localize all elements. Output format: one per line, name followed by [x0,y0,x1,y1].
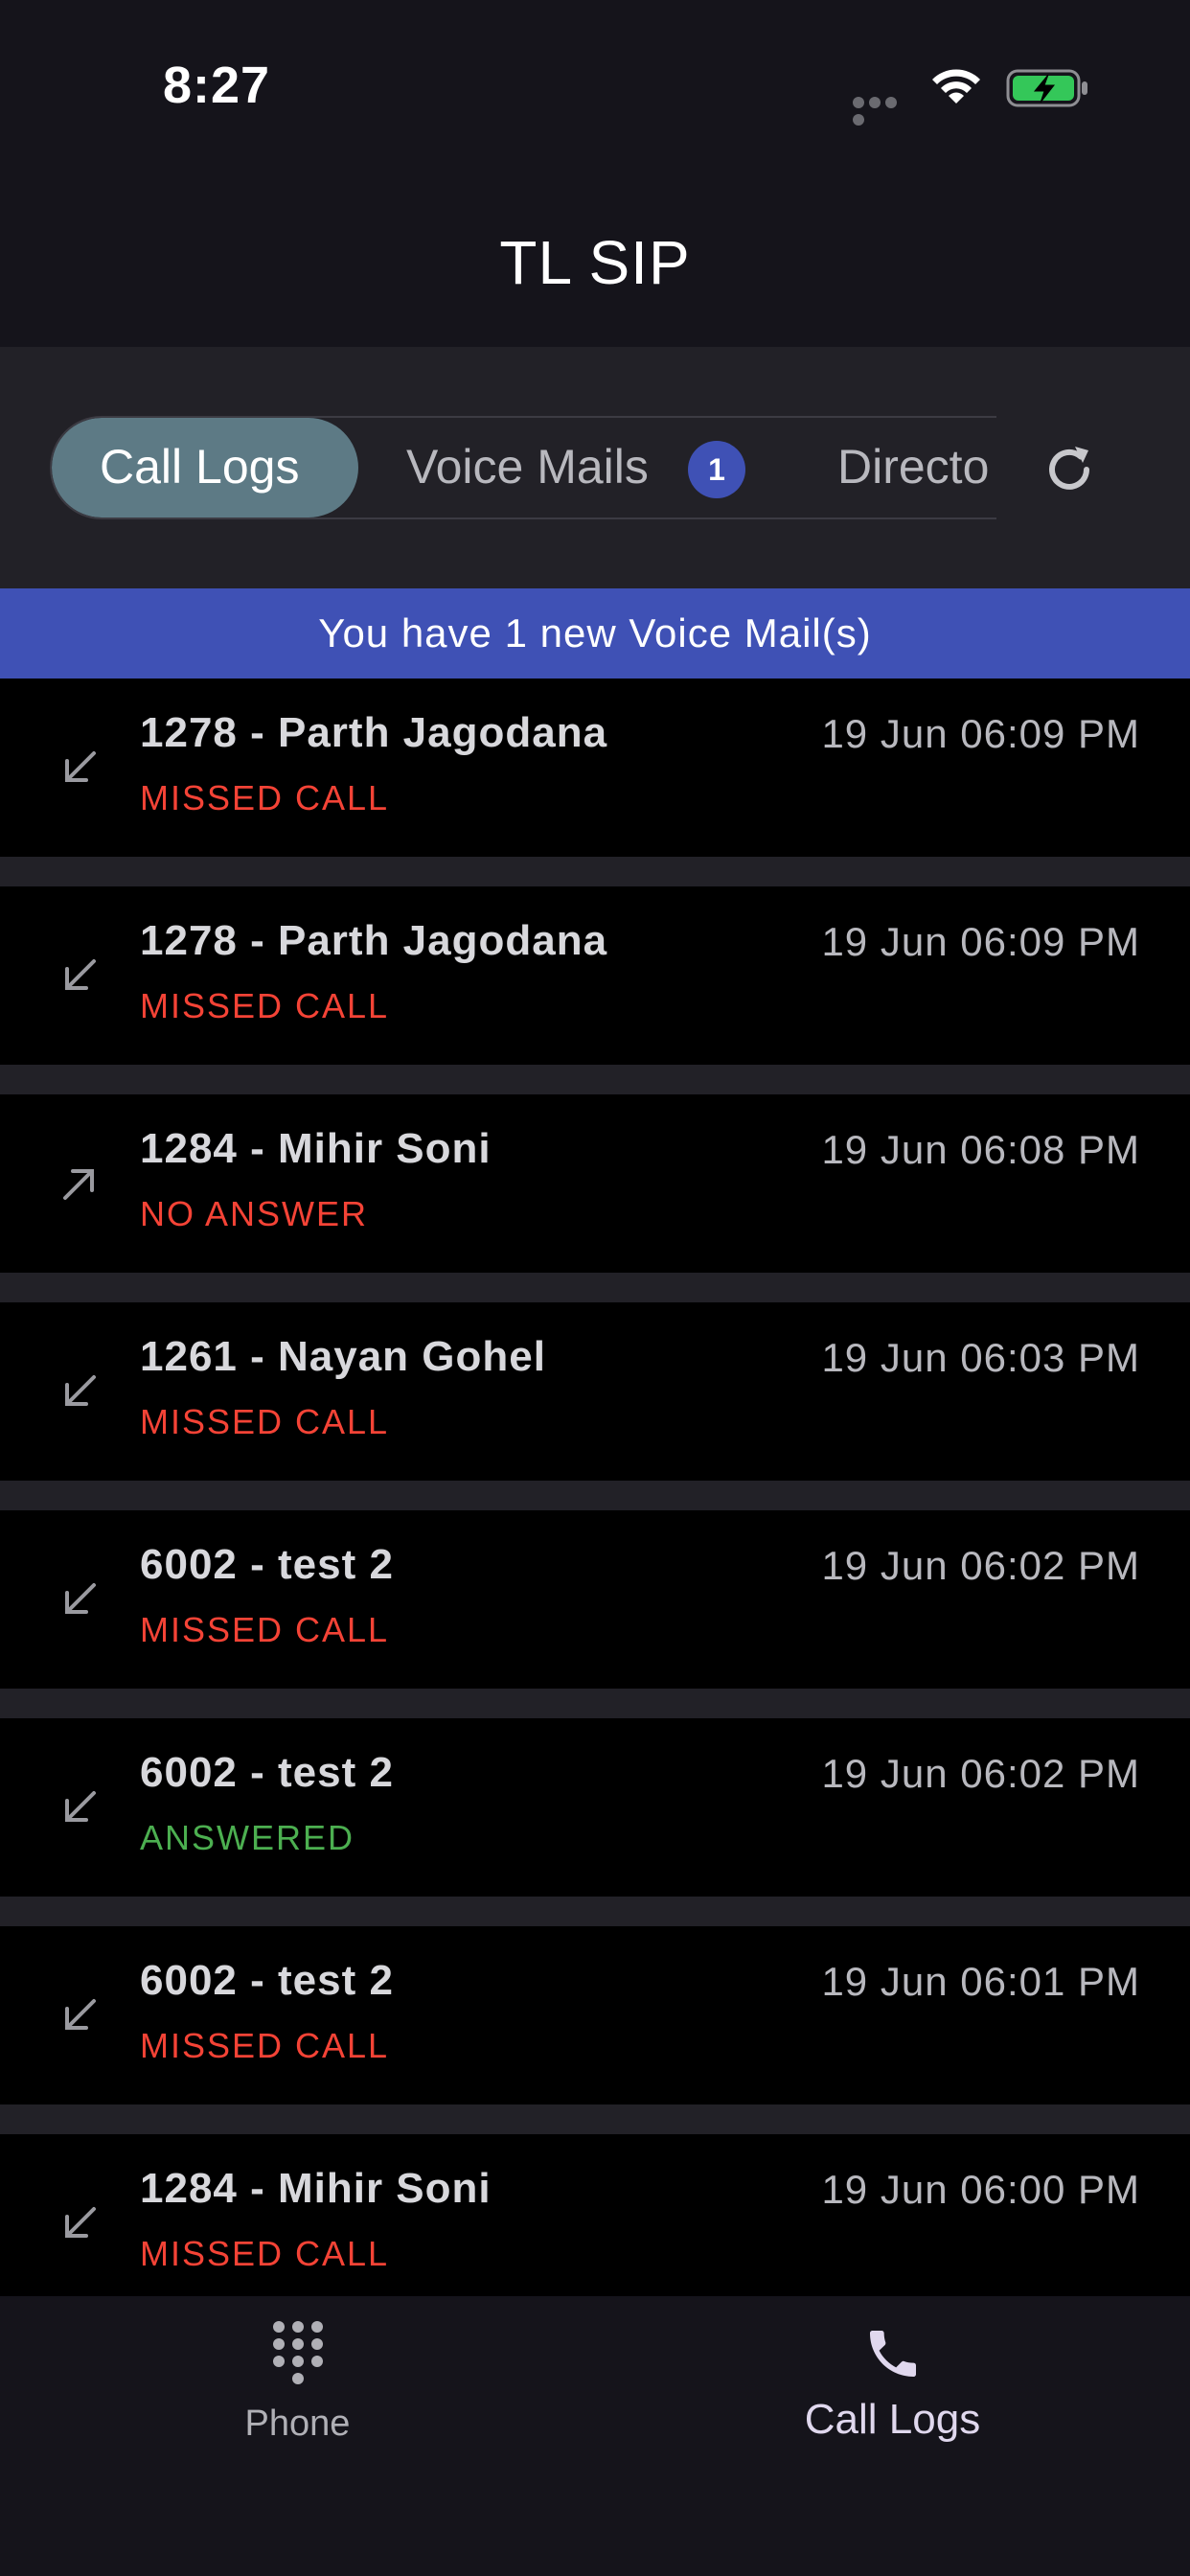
call-log-row[interactable]: 1284 - Mihir Soni NO ANSWER 19 Jun 06:08… [0,1094,1190,1273]
caller-name: 6002 - test 2 [140,1541,394,1588]
call-status: MISSED CALL [140,2026,390,2065]
call-time: 19 Jun 06:03 PM [821,1335,1140,1380]
call-log-row[interactable]: 1284 - Mihir Soni MISSED CALL 19 Jun 06:… [0,2134,1190,2296]
caller-name: 1284 - Mihir Soni [140,1125,492,1172]
call-log-row[interactable]: 6002 - test 2 MISSED CALL 19 Jun 06:01 P… [0,1926,1190,2104]
call-status: MISSED CALL [140,778,390,817]
call-time: 19 Jun 06:09 PM [821,919,1140,964]
call-status: MISSED CALL [140,2234,390,2273]
call-time: 19 Jun 06:08 PM [821,1127,1140,1172]
call-time: 19 Jun 06:02 PM [821,1751,1140,1796]
tab-segmented-control: Call Logs Voice Mails 1 Directo [50,416,996,519]
call-log-row[interactable]: 1278 - Parth Jagodana MISSED CALL 19 Jun… [0,678,1190,857]
tab-voice-mails[interactable]: Voice Mails [406,439,649,494]
outgoing-call-icon [63,1169,94,1200]
call-log-list: 1278 - Parth Jagodana MISSED CALL 19 Jun… [0,678,1190,2296]
nav-call-logs-label: Call Logs [804,2396,981,2443]
incoming-call-icon [65,1583,96,1614]
call-log-row[interactable]: 1261 - Nayan Gohel MISSED CALL 19 Jun 06… [0,1302,1190,1481]
status-time: 8:27 [163,57,271,114]
call-log-row[interactable]: 1278 - Parth Jagodana MISSED CALL 19 Jun… [0,886,1190,1065]
call-status: MISSED CALL [140,986,390,1025]
incoming-call-icon [65,751,96,782]
incoming-call-icon [65,1375,96,1406]
call-status: NO ANSWER [140,1194,369,1233]
incoming-call-icon [65,1791,96,1822]
tab-directory[interactable]: Directo [837,439,989,494]
caller-name: 1261 - Nayan Gohel [140,1333,546,1380]
nav-call-logs[interactable]: Call Logs [595,2296,1190,2488]
incoming-call-icon [65,1999,96,2030]
battery-charging-icon [1006,69,1087,107]
caller-name: 1278 - Parth Jagodana [140,709,608,756]
nav-phone-label: Phone [244,2404,351,2444]
bottom-navigation: Phone Call Logs [0,2296,1190,2576]
nav-phone[interactable]: Phone [0,2296,595,2488]
call-time: 19 Jun 06:02 PM [821,1543,1140,1588]
call-time: 19 Jun 06:01 PM [821,1959,1140,2004]
call-status: ANSWERED [140,1818,355,1857]
dialpad-icon [272,2321,323,2384]
app-title: TL SIP [499,228,691,297]
call-time: 19 Jun 06:09 PM [821,711,1140,756]
call-log-row[interactable]: 6002 - test 2 ANSWERED 19 Jun 06:02 PM [0,1718,1190,1897]
status-bar: 8:27 [0,0,1190,172]
caller-name: 1284 - Mihir Soni [140,2165,492,2212]
voice-mail-count-badge: 1 [688,441,745,498]
refresh-icon[interactable] [1041,441,1098,498]
signal-icon [853,96,916,126]
call-time: 19 Jun 06:00 PM [821,2167,1140,2212]
tab-call-logs-label[interactable]: Call Logs [100,439,299,494]
call-status: MISSED CALL [140,1610,390,1649]
caller-name: 6002 - test 2 [140,1957,394,2004]
new-voicemail-banner[interactable]: You have 1 new Voice Mail(s) [0,588,1190,678]
caller-name: 6002 - test 2 [140,1749,394,1796]
wifi-icon [932,69,980,104]
incoming-call-icon [65,2207,96,2238]
call-log-row[interactable]: 6002 - test 2 MISSED CALL 19 Jun 06:02 P… [0,1510,1190,1689]
caller-name: 1278 - Parth Jagodana [140,917,608,964]
incoming-call-icon [65,959,96,990]
call-status: MISSED CALL [140,1402,390,1441]
phone-icon [869,2331,916,2377]
